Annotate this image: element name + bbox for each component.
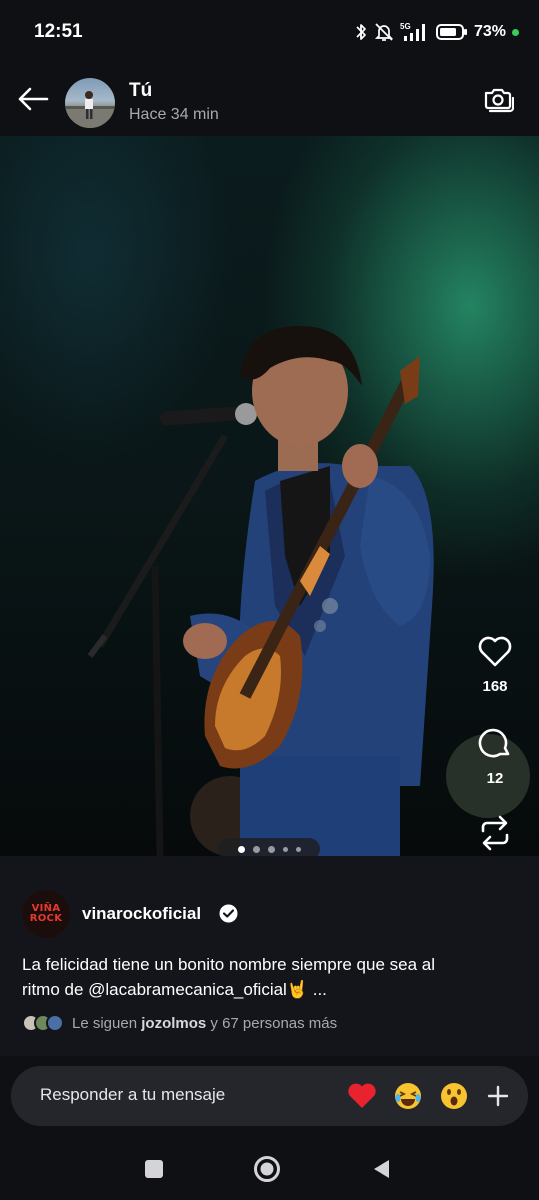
battery-icon [435,24,467,40]
logo-text-bottom: ROCK [29,913,63,924]
followers-suffix: y 67 personas más [206,1014,338,1032]
status-time: 12:51 [34,21,83,42]
home-button[interactable] [252,1154,282,1184]
recents-button[interactable] [139,1154,169,1184]
follower-avatar [46,1014,64,1032]
reaction-surprise-button[interactable] [438,1080,470,1112]
followers-prefix: Le siguen [72,1014,142,1032]
post-caption[interactable]: La felicidad tiene un bonito nombre siem… [22,952,452,1002]
square-icon [145,1160,163,1178]
comment-icon[interactable] [477,725,513,761]
followers-user: jozolmos [141,1014,207,1032]
followers-text: Le siguen jozolmos y 67 personas más [72,1015,337,1032]
account-avatar[interactable]: VIÑA ROCK [22,890,70,938]
status-bar: 12:51 5G 73% [0,0,539,64]
carousel-dot [252,845,260,853]
concert-photo [87,326,530,856]
bell-off-icon [374,23,394,41]
heart-icon[interactable] [477,634,513,668]
caption-mention[interactable]: @lacabramecanica_oficial [88,980,287,999]
header: Tú Hace 34 min [0,64,539,136]
repost-icon[interactable] [477,814,513,852]
timestamp: Hace 34 min [129,106,219,123]
reply-input[interactable]: Responder a tu mensaje [11,1066,528,1126]
heart-emoji-icon [348,1083,376,1108]
signal-icon: 5G [400,22,425,41]
account-name[interactable]: vinarockoficial [82,904,201,924]
back-nav-button[interactable] [366,1154,396,1184]
carousel-dot [295,846,301,852]
verified-badge-icon [219,904,238,923]
like-count: 168 [482,678,508,695]
avatar-image [65,91,115,128]
system-nav-bar [0,1136,539,1200]
reaction-laugh-button[interactable] [392,1080,424,1112]
comment-action[interactable]: 12 [467,722,523,787]
circle-icon [254,1156,280,1182]
caption-end: 🤘 ... [286,980,327,999]
carousel-dot [267,845,275,853]
like-action[interactable]: 168 [467,630,523,695]
post-info: VIÑA ROCK vinarockoficial La felicidad t… [0,856,539,1056]
comment-count: 12 [486,770,504,787]
bluetooth-icon [356,24,366,40]
status-icons: 5G 73% [354,20,519,44]
surprised-emoji-icon [441,1083,467,1109]
laughing-emoji-icon [395,1083,421,1109]
privacy-indicator [512,28,519,36]
carousel-dot [237,845,245,853]
avatar[interactable] [65,78,115,128]
carousel-dot [282,846,288,852]
battery-percent: 73% [473,23,506,40]
camera-icon [484,88,514,113]
plus-icon [487,1085,509,1107]
reaction-heart-button[interactable] [346,1080,378,1112]
reply-area: Responder a tu mensaje [0,1056,539,1136]
back-button[interactable] [14,80,52,118]
add-button[interactable] [484,1082,512,1110]
camera-button[interactable] [481,82,515,116]
page-title: Tú [129,80,153,101]
triangle-back-icon [374,1160,389,1178]
post-photo[interactable] [0,136,539,856]
arrow-left-icon [18,87,49,111]
followers-row[interactable]: Le siguen jozolmos y 67 personas más [22,1012,337,1034]
network-type: 5G [400,22,411,31]
reply-placeholder: Responder a tu mensaje [40,1085,226,1104]
